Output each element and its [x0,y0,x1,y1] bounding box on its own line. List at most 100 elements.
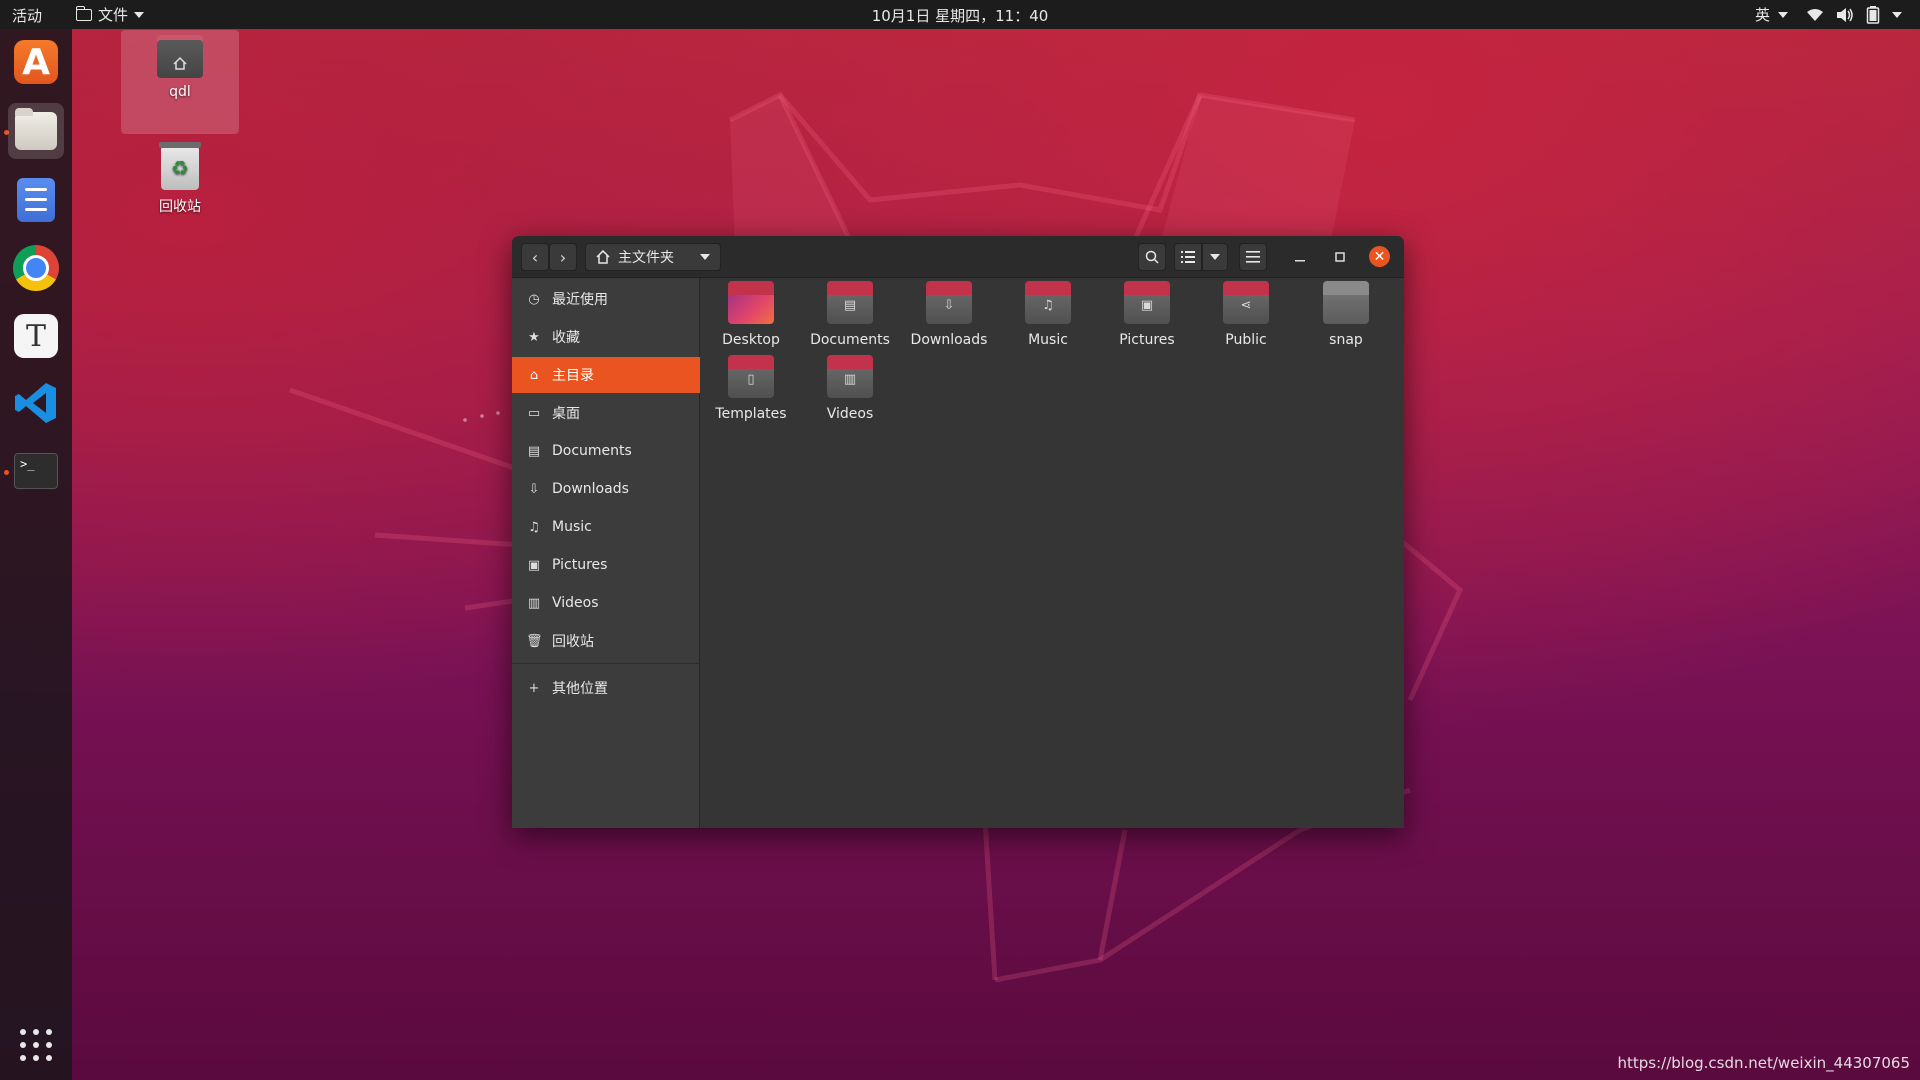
dock-vscode[interactable] [8,375,64,431]
chevron-left-icon: ‹ [531,247,539,267]
dock-terminal[interactable]: >_ [8,443,64,499]
activities-button[interactable]: 活动 [12,5,42,26]
home-folder-icon [157,35,203,78]
sidebar-item-label: Pictures [552,557,608,573]
close-button[interactable]: ✕ [1369,246,1390,267]
vscode-icon [15,383,56,423]
sidebar-item-label: 桌面 [552,406,580,422]
caret-down-icon [700,254,710,260]
back-button[interactable]: ‹ [521,243,549,271]
dock-chrome[interactable] [8,240,64,296]
view-list-button[interactable] [1174,243,1202,271]
folder-music-icon: ♫ [1025,281,1071,324]
sidebar-item-home[interactable]: ⌂ 主目录 [512,357,700,393]
sidebar-item-documents[interactable]: ▤ Documents [512,433,700,469]
folder-pictures-icon: ▣ [1124,281,1170,324]
search-button[interactable] [1138,243,1166,271]
sidebar-item-label: Music [552,519,592,535]
folder-documents-icon: ▤ [827,281,873,324]
battery-icon [1866,5,1880,24]
system-menu[interactable] [1806,5,1902,24]
clock[interactable]: 10月1日 星期四，11：40 [872,7,1049,25]
view-options-button[interactable] [1202,243,1228,271]
file-item-templates[interactable]: ▯ Templates [703,352,799,422]
forward-button[interactable]: › [549,243,577,271]
file-item-videos[interactable]: ▥ Videos [802,352,898,422]
sidebar-item-starred[interactable]: ★ 收藏 [512,319,700,355]
file-item-downloads[interactable]: ⇩ Downloads [901,278,997,348]
desktop-icon-home[interactable]: qdl [121,30,239,134]
close-icon: ✕ [1373,248,1386,265]
file-label: Public [1225,332,1267,348]
todo-icon [17,178,55,222]
clock-icon: ◷ [528,291,540,307]
file-label: Desktop [722,332,780,348]
sidebar-item-videos[interactable]: ▥ Videos [512,585,700,621]
file-item-snap[interactable]: snap [1298,278,1394,348]
path-label: 主文件夹 [618,250,674,266]
maximize-button[interactable] [1325,243,1355,271]
search-icon [1145,250,1159,264]
dock-text-editor[interactable]: T [8,308,64,364]
header-bar: ‹ › 主文件夹 ✕ [512,236,1404,278]
file-label: Downloads [910,332,988,348]
minimize-button[interactable] [1285,243,1315,271]
app-menu[interactable]: 文件 [75,4,145,25]
film-icon: ▥ [527,595,541,611]
sidebar-item-label: 主目录 [552,368,594,384]
minimize-icon [1295,260,1305,262]
sidebar-item-label: 最近使用 [552,292,608,308]
sidebar-item-downloads[interactable]: ⇩ Downloads [512,471,700,507]
input-method-menu[interactable]: 英 [1755,4,1788,25]
dock-files[interactable] [8,103,64,159]
file-item-pictures[interactable]: ▣ Pictures [1099,278,1195,348]
dock-ubuntu-software[interactable]: A [8,34,64,90]
sidebar-item-label: 收藏 [552,330,580,346]
show-applications-button[interactable] [20,1029,54,1063]
folder-templates-icon: ▯ [728,355,774,398]
desktop-icon-label: qdl [169,84,191,100]
folder-public-icon: ⋖ [1223,281,1269,324]
chevron-right-icon: › [559,247,567,267]
desktop-icon-trash[interactable]: ♻ 回收站 [121,140,239,220]
menu-button[interactable] [1239,243,1267,271]
sidebar-item-label: 其他位置 [552,681,608,697]
list-view-icon [1181,251,1195,263]
file-item-desktop[interactable]: Desktop [703,278,799,348]
file-label: Templates [715,406,787,422]
file-manager-window: ‹ › 主文件夹 ✕ ◷ 最近使用 ★ 收藏 ⌂ 主目录 ▭ 桌面 ▤ Docu… [512,236,1404,828]
sidebar-item-label: Documents [552,443,632,459]
image-icon: ▣ [527,557,541,573]
sidebar-item-pictures[interactable]: ▣ Pictures [512,547,700,583]
terminal-icon: >_ [14,453,58,489]
trash-icon: ♻ [159,142,201,190]
sidebar-item-label: 回收站 [552,634,594,650]
maximize-icon [1335,252,1345,262]
file-label: Pictures [1119,332,1175,348]
home-icon [596,250,610,264]
files-icon [15,108,57,150]
file-item-music[interactable]: ♫ Music [1000,278,1096,348]
plus-icon: + [528,680,540,696]
folder-videos-icon: ▥ [827,355,873,398]
caret-down-icon [1778,11,1788,18]
file-item-public[interactable]: ⋖ Public [1198,278,1294,348]
file-item-documents[interactable]: ▤ Documents [802,278,898,348]
sidebar-divider [512,663,700,664]
file-grid: Desktop ▤ Documents ⇩ Downloads ♫ Music … [701,278,1404,828]
text-editor-icon: T [14,314,58,358]
caret-down-icon [1892,11,1902,18]
desktop-icon-label: 回收站 [159,199,201,215]
caret-down-icon [134,11,145,18]
input-method-label: 英 [1754,6,1770,24]
sidebar-item-recent[interactable]: ◷ 最近使用 [512,281,700,317]
file-label: Music [1028,332,1068,348]
desktop-icon: ▭ [527,405,541,421]
sidebar-item-music[interactable]: ♫ Music [512,509,700,545]
dock-todo[interactable] [8,172,64,228]
folder-downloads-icon: ⇩ [926,281,972,324]
path-bar-home[interactable]: 主文件夹 [585,243,721,271]
sidebar-item-trash[interactable]: 🗑 回收站 [512,623,700,659]
sidebar-item-desktop[interactable]: ▭ 桌面 [512,395,700,431]
sidebar-item-other-locations[interactable]: + 其他位置 [512,670,700,706]
